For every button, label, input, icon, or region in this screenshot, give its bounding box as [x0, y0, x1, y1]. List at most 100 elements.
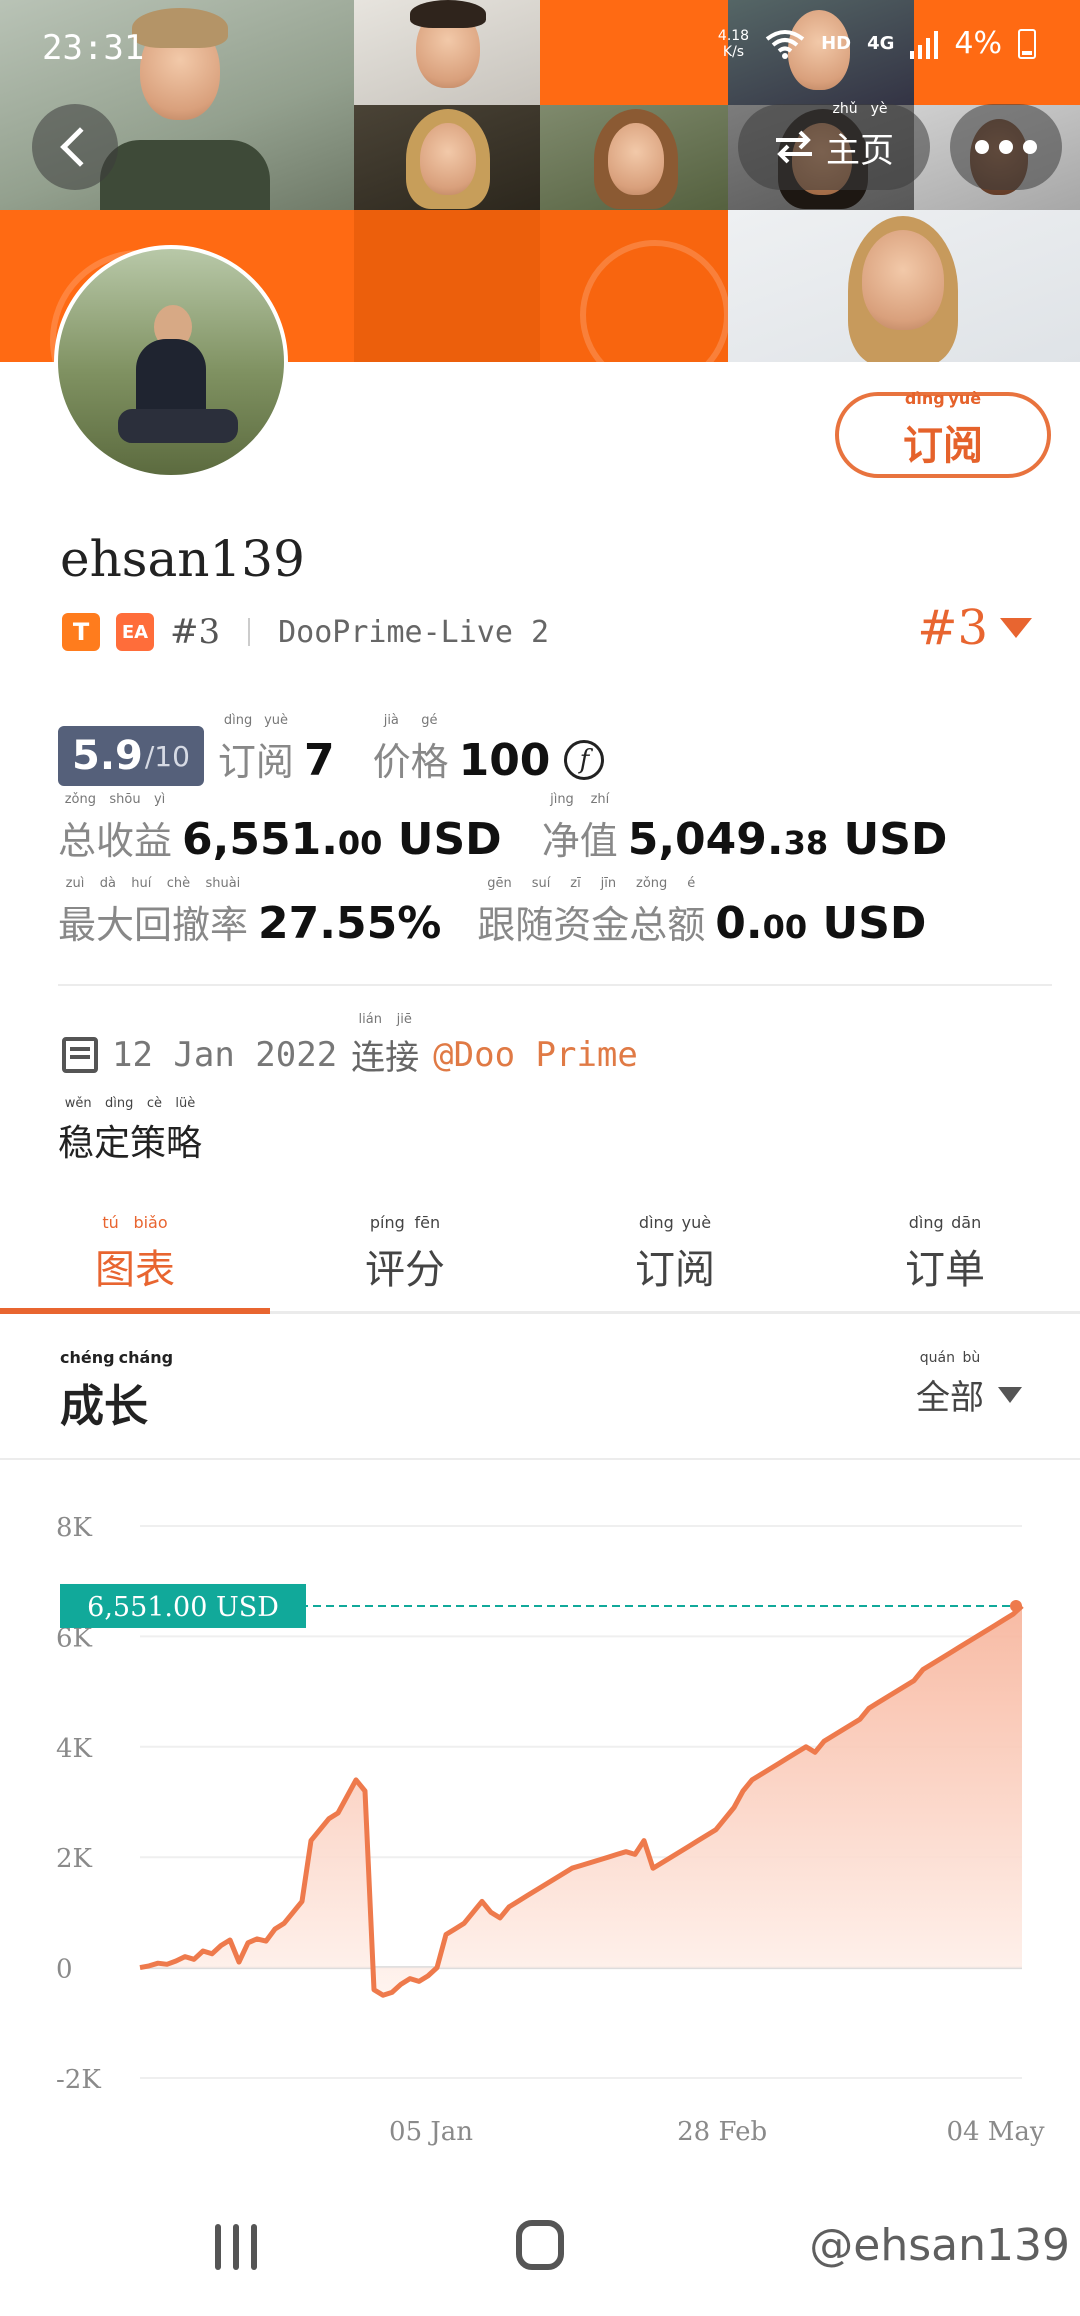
max-drawdown-value: 27.55%	[258, 898, 442, 949]
net-value-value: 5,049.38 USD	[628, 814, 948, 865]
broker-link[interactable]: @Doo Prime	[433, 1035, 638, 1075]
net-speed-value: 4.18	[717, 27, 750, 44]
pinyin: fēn	[414, 1212, 441, 1232]
value-dec: 00	[337, 824, 383, 862]
subscribe-text: 订阅	[903, 423, 983, 469]
cover-photo	[728, 210, 1080, 362]
battery-percent: 4%	[954, 26, 1002, 61]
divider	[248, 618, 251, 646]
pinyin: shōu	[109, 792, 141, 807]
x-tick-label: 28 Feb	[677, 2117, 767, 2147]
growth-chart: 8K6K4K2K0-2K05 Jan 28 Feb 04 May6,551.00 U…	[56, 1513, 1045, 2147]
avatar-person	[118, 409, 238, 443]
tab-text: 订阅	[635, 1246, 715, 1293]
network-type: 4G	[867, 33, 895, 54]
system-nav-bar: @ehsan139	[0, 2190, 1080, 2316]
end-point-marker	[1010, 1599, 1022, 1612]
label-text: 订阅	[217, 740, 294, 784]
pinyin: lüè	[175, 1096, 196, 1111]
label-text: 最大回撤率	[58, 903, 249, 947]
cover-photo	[540, 105, 728, 210]
pinyin: bù	[962, 1350, 981, 1366]
value-int: 5,049.	[627, 814, 784, 865]
bar-icon	[251, 2224, 257, 2270]
net-speed: 4.18 K/s	[718, 28, 749, 60]
rank-value: #3	[917, 600, 988, 656]
join-date: 12 Jan 2022	[112, 1034, 338, 1075]
subscribe-button[interactable]: dìng yuè 订阅	[835, 389, 1051, 478]
dot-icon	[975, 140, 989, 154]
pinyin: yè	[870, 100, 888, 117]
subscribe-count: 7	[303, 735, 335, 786]
y-tick-label: -2K	[56, 2065, 101, 2095]
home-nav-button[interactable]	[516, 2220, 564, 2270]
bar-icon	[233, 2224, 239, 2270]
battery-icon	[1018, 28, 1036, 59]
signal-icon	[910, 30, 939, 59]
stats-row-2: zǒng shōu yì 总收益 6,551.00 USD jìng zhí 净…	[58, 792, 948, 865]
subscribe-label: dìng yuè 订阅	[903, 389, 983, 471]
pinyin: dìng	[908, 1212, 944, 1232]
pinyin: yuè	[948, 389, 982, 408]
recent-apps-button[interactable]	[215, 2224, 257, 2270]
more-options-button[interactable]	[950, 104, 1062, 190]
pinyin-row: dìng yuè	[635, 1213, 715, 1232]
range-filter-dropdown[interactable]: quán bù 全部	[916, 1350, 1022, 1419]
y-tick-label: 0	[56, 1955, 73, 1985]
pinyin: jìng	[550, 792, 574, 807]
calendar-icon	[62, 1036, 98, 1073]
label-text: 连接	[351, 1038, 420, 1078]
switch-arrows-icon	[776, 130, 812, 164]
pinyin: yì	[153, 792, 166, 807]
pinyin: suí	[531, 876, 551, 891]
dot-icon	[1023, 140, 1037, 154]
tab-label: dìng yuè 订阅	[635, 1213, 715, 1295]
cover-photo	[354, 105, 540, 210]
tab-text: 订单	[905, 1246, 985, 1293]
strategy-text: 稳定策略	[58, 1123, 203, 1164]
back-button[interactable]	[32, 104, 118, 190]
connect-label: lián jiē 连接	[351, 1012, 420, 1079]
price-value: 100	[458, 735, 551, 786]
pinyin: zī	[570, 876, 581, 891]
total-profit-value: 6,551.00 USD	[182, 814, 502, 865]
value-unit: USD	[382, 814, 502, 865]
home-button[interactable]: zhǔ yè 主页	[738, 100, 930, 190]
rank-label: #3	[170, 612, 221, 652]
tab-text: 图表	[95, 1246, 175, 1293]
ea-badge: EA	[116, 613, 154, 651]
pinyin: biǎo	[133, 1212, 168, 1232]
tab-orders[interactable]: dìng dān 订单	[810, 1210, 1080, 1311]
pinyin: dìng	[223, 713, 253, 728]
tab-chart[interactable]: tú biǎo 图表	[0, 1210, 270, 1314]
pinyin: dìng	[904, 389, 945, 408]
hd-indicator: HD	[821, 33, 852, 54]
status-icons: 4.18 K/s HD 4G 4%	[718, 26, 1036, 61]
tab-subscriptions[interactable]: dìng yuè 订阅	[540, 1210, 810, 1311]
net-speed-unit: K/s	[722, 43, 745, 60]
trader-badge: T	[62, 613, 100, 651]
pinyin-row: chéng cháng	[60, 1348, 173, 1367]
avatar	[54, 245, 288, 479]
stats-row-1: 5.9/10 dìng yuè 订阅 7 jià gé 价格 100 f	[58, 713, 605, 786]
y-tick-label: 8K	[56, 1513, 93, 1543]
pinyin: shuài	[205, 876, 241, 891]
pinyin: zǒng	[636, 876, 668, 891]
x-tick-label: 05 Jan	[389, 2117, 473, 2147]
rank-dropdown[interactable]: #3	[917, 600, 1032, 656]
pinyin: píng	[369, 1212, 405, 1232]
pinyin: zhǔ	[832, 100, 858, 117]
value-int: 0.	[715, 898, 763, 949]
pinyin-row: jìng zhí	[542, 792, 618, 807]
label-text: 跟随资金总额	[477, 903, 706, 947]
pinyin: lián	[358, 1012, 382, 1027]
wifi-icon	[765, 29, 805, 59]
y-tick-label: 2K	[56, 1844, 93, 1874]
pinyin: jià	[383, 713, 399, 728]
stats-row-3: zuì dà huí chè shuài 最大回撤率 27.55% gēn su…	[58, 876, 926, 949]
home-text: 主页	[826, 130, 894, 171]
filter-label: quán bù 全部	[916, 1350, 984, 1419]
pinyin: yuè	[681, 1212, 712, 1232]
tab-rating[interactable]: píng fēn 评分	[270, 1210, 540, 1311]
pinyin: zhí	[590, 792, 610, 807]
